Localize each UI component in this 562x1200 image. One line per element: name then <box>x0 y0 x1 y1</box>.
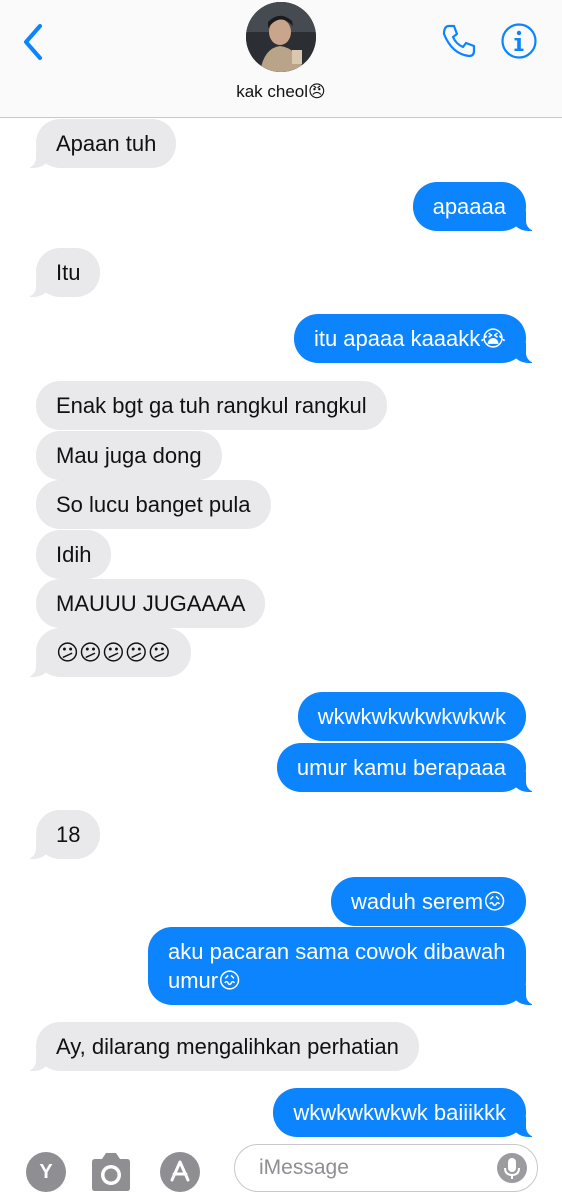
contact-name[interactable]: kak cheol😠 <box>0 82 562 102</box>
message-thread[interactable]: Apaan tuh apaaaa Itu itu apaaa kaaakk😭 E… <box>0 119 562 1139</box>
incoming-message[interactable]: 18 <box>25 810 101 859</box>
outgoing-message[interactable]: itu apaaa kaaakk😭 <box>293 314 537 363</box>
app-drawer-button[interactable]: Y <box>26 1152 66 1192</box>
incoming-message[interactable]: MAUUU JUGAAAA <box>36 579 266 628</box>
outgoing-message[interactable]: wkwkwkwkwk baiiikkk <box>273 1088 536 1137</box>
phone-icon[interactable] <box>440 22 478 60</box>
incoming-message[interactable]: Idih <box>36 530 112 579</box>
conversation-header: kak cheol😠 <box>0 0 562 118</box>
incoming-message[interactable]: Apaan tuh <box>25 119 177 168</box>
incoming-message[interactable]: Ay, dilarang mengalihkan perhatian <box>26 1022 419 1071</box>
outgoing-message[interactable]: apaaaa <box>412 182 537 231</box>
microphone-icon[interactable] <box>497 1153 527 1183</box>
incoming-message[interactable]: 😕😕😕😕😕 <box>26 628 191 677</box>
info-icon[interactable] <box>500 22 538 60</box>
contact-avatar[interactable] <box>246 2 316 72</box>
incoming-message[interactable]: Mau juga dong <box>36 431 222 480</box>
imessage-input[interactable]: iMessage <box>234 1144 538 1192</box>
outgoing-message[interactable]: aku pacaran sama cowok dibawah umur😖 <box>148 927 536 1005</box>
app-store-icon[interactable] <box>160 1152 200 1192</box>
back-chevron-icon[interactable] <box>18 22 52 62</box>
outgoing-message[interactable]: waduh serem😖 <box>331 877 526 926</box>
incoming-message[interactable]: Enak bgt ga tuh rangkul rangkul <box>36 381 387 430</box>
composer-bar: Y iMessage <box>0 1138 562 1200</box>
camera-icon[interactable] <box>88 1150 134 1194</box>
imessage-placeholder: iMessage <box>259 1156 349 1179</box>
incoming-message[interactable]: So lucu banget pula <box>36 480 271 529</box>
outgoing-message[interactable]: wkwkwkwkwkwkwk <box>297 692 526 741</box>
outgoing-message[interactable]: umur kamu berapaaa <box>276 743 537 792</box>
incoming-message[interactable]: Itu <box>25 248 101 297</box>
